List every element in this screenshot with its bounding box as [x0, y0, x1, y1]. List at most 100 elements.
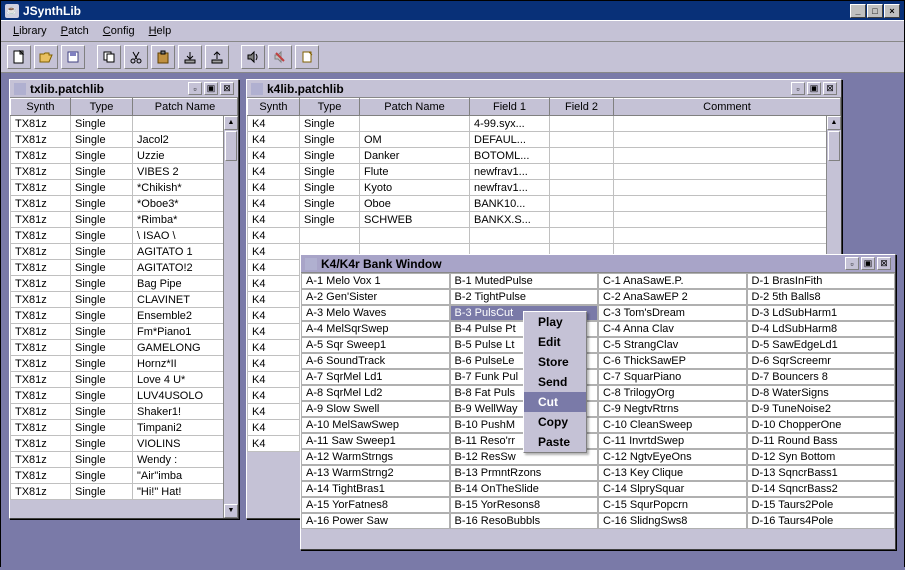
column-header[interactable]: Patch Name [133, 99, 238, 116]
table-row[interactable]: TX81zSingle"Hi!" Hat! [11, 484, 238, 500]
table-cell[interactable]: Single [71, 388, 133, 404]
table-cell[interactable]: TX81z [11, 212, 71, 228]
mute-icon[interactable] [268, 45, 292, 69]
bank-cell[interactable]: A-14 TightBras1 [301, 481, 450, 497]
table-cell[interactable]: K4 [248, 420, 300, 436]
table-cell[interactable]: K4 [248, 116, 300, 132]
table-row[interactable]: K4SingleDankerBOTOML... [248, 148, 841, 164]
table-cell[interactable]: Single [71, 308, 133, 324]
bank-cell[interactable]: D-1 BrasInFith [747, 273, 896, 289]
table-cell[interactable]: TX81z [11, 356, 71, 372]
table-cell[interactable]: Single [71, 196, 133, 212]
table-row[interactable]: TX81zSingleAGITATO!2 [11, 260, 238, 276]
table-cell[interactable]: Shaker1! [133, 404, 238, 420]
iconify-button[interactable]: ▫ [188, 82, 202, 95]
bank-cell[interactable]: B-16 ResoBubbls [450, 513, 599, 529]
close-button[interactable]: × [884, 4, 900, 18]
table-row[interactable]: K4SingleSCHWEBBANKX.S... [248, 212, 841, 228]
table-cell[interactable]: Single [300, 148, 360, 164]
table-cell[interactable]: TX81z [11, 340, 71, 356]
cut-icon[interactable] [124, 45, 148, 69]
bank-cell[interactable]: D-16 Taurs4Pole [747, 513, 896, 529]
table-row[interactable]: TX81zSingle Jacol2 [11, 132, 238, 148]
menu-config[interactable]: Config [97, 23, 141, 39]
table-cell[interactable] [550, 132, 614, 148]
paste-icon[interactable] [151, 45, 175, 69]
minimize-button[interactable]: _ [850, 4, 866, 18]
table-row[interactable]: TX81zSingle VIBES 2 [11, 164, 238, 180]
bank-cell[interactable]: A-12 WarmStrngs [301, 449, 450, 465]
table-cell[interactable]: TX81z [11, 132, 71, 148]
table-cell[interactable]: Single [71, 228, 133, 244]
bank-cell[interactable]: D-4 LdSubHarm8 [747, 321, 896, 337]
table-cell[interactable]: Flute [360, 164, 470, 180]
context-menu-paste[interactable]: Paste [524, 432, 586, 452]
table-cell[interactable]: Single [300, 180, 360, 196]
context-menu-send[interactable]: Send [524, 372, 586, 392]
table-cell[interactable]: K4 [248, 228, 300, 244]
table-cell[interactable]: Jacol2 [133, 132, 238, 148]
table-cell[interactable]: Single [71, 180, 133, 196]
table-cell[interactable]: Single [71, 484, 133, 500]
table-cell[interactable] [360, 228, 470, 244]
table-cell[interactable]: TX81z [11, 196, 71, 212]
column-header[interactable]: Type [300, 99, 360, 116]
context-menu-copy[interactable]: Copy [524, 412, 586, 432]
bank-cell[interactable]: A-5 Sqr Sweep1 [301, 337, 450, 353]
table-row[interactable]: TX81zSingle Uzzie [11, 148, 238, 164]
table-cell[interactable]: Uzzie [133, 148, 238, 164]
bank-cell[interactable]: A-11 Saw Sweep1 [301, 433, 450, 449]
bank-cell[interactable]: D-12 Syn Bottom [747, 449, 896, 465]
table-cell[interactable] [300, 228, 360, 244]
table-row[interactable]: TX81zSingleFm*Piano1 [11, 324, 238, 340]
table-row[interactable]: TX81zSingleLUV4USOLO [11, 388, 238, 404]
table-cell[interactable]: *Oboe3* [133, 196, 238, 212]
bank-cell[interactable]: C-16 SlidngSws8 [598, 513, 747, 529]
bank-cell[interactable]: B-2 TightPulse [450, 289, 599, 305]
close-button[interactable]: ⊠ [823, 82, 837, 95]
table-cell[interactable]: "Hi!" Hat! [133, 484, 238, 500]
context-menu-edit[interactable]: Edit [524, 332, 586, 352]
table-cell[interactable]: Ensemble2 [133, 308, 238, 324]
new-icon[interactable] [7, 45, 31, 69]
table-cell[interactable]: Danker [360, 148, 470, 164]
table-cell[interactable]: Single [71, 148, 133, 164]
bank-cell[interactable]: C-3 Tom'sDream [598, 305, 747, 321]
table-cell[interactable]: Single [71, 404, 133, 420]
table-cell[interactable]: TX81z [11, 148, 71, 164]
bank-cell[interactable]: C-14 SlprySquar [598, 481, 747, 497]
table-cell[interactable]: TX81z [11, 324, 71, 340]
table-row[interactable]: TX81zSingleAGITATO 1 [11, 244, 238, 260]
table-cell[interactable] [614, 164, 841, 180]
close-button[interactable]: ⊠ [220, 82, 234, 95]
table-row[interactable]: TX81zSingleWendy : [11, 452, 238, 468]
table-row[interactable]: TX81zSingleShaker1! [11, 404, 238, 420]
table-cell[interactable]: Single [300, 132, 360, 148]
bank-cell[interactable]: A-7 SqrMel Ld1 [301, 369, 450, 385]
context-menu-store[interactable]: Store [524, 352, 586, 372]
table-cell[interactable]: LUV4USOLO [133, 388, 238, 404]
table-row[interactable]: TX81zSingleEnsemble2 [11, 308, 238, 324]
txlib-table[interactable]: SynthTypePatch Name TX81zSingleTX81zSing… [10, 98, 238, 500]
bank-cell[interactable]: C-11 InvrtdSwep [598, 433, 747, 449]
bank-cell[interactable]: B-13 PrmntRzons [450, 465, 599, 481]
bank-cell[interactable]: C-15 SqurPopcrn [598, 497, 747, 513]
txlib-titlebar[interactable]: txlib.patchlib ▫ ▣ ⊠ [10, 80, 238, 98]
table-cell[interactable] [614, 212, 841, 228]
table-cell[interactable]: K4 [248, 212, 300, 228]
maximize-button[interactable]: ▣ [807, 82, 821, 95]
table-cell[interactable]: K4 [248, 292, 300, 308]
table-cell[interactable]: newfrav1... [470, 164, 550, 180]
save-icon[interactable] [61, 45, 85, 69]
table-cell[interactable]: Single [71, 452, 133, 468]
bank-titlebar[interactable]: K4/K4r Bank Window ▫ ▣ ⊠ [301, 255, 895, 273]
menu-patch[interactable]: Patch [55, 23, 95, 39]
table-cell[interactable]: TX81z [11, 404, 71, 420]
column-header[interactable]: Type [71, 99, 133, 116]
table-cell[interactable] [614, 228, 841, 244]
scroll-thumb[interactable] [225, 131, 237, 161]
table-row[interactable]: TX81zSingleBag Pipe [11, 276, 238, 292]
table-cell[interactable] [614, 116, 841, 132]
bank-cell[interactable]: C-4 Anna Clav [598, 321, 747, 337]
table-cell[interactable] [550, 228, 614, 244]
